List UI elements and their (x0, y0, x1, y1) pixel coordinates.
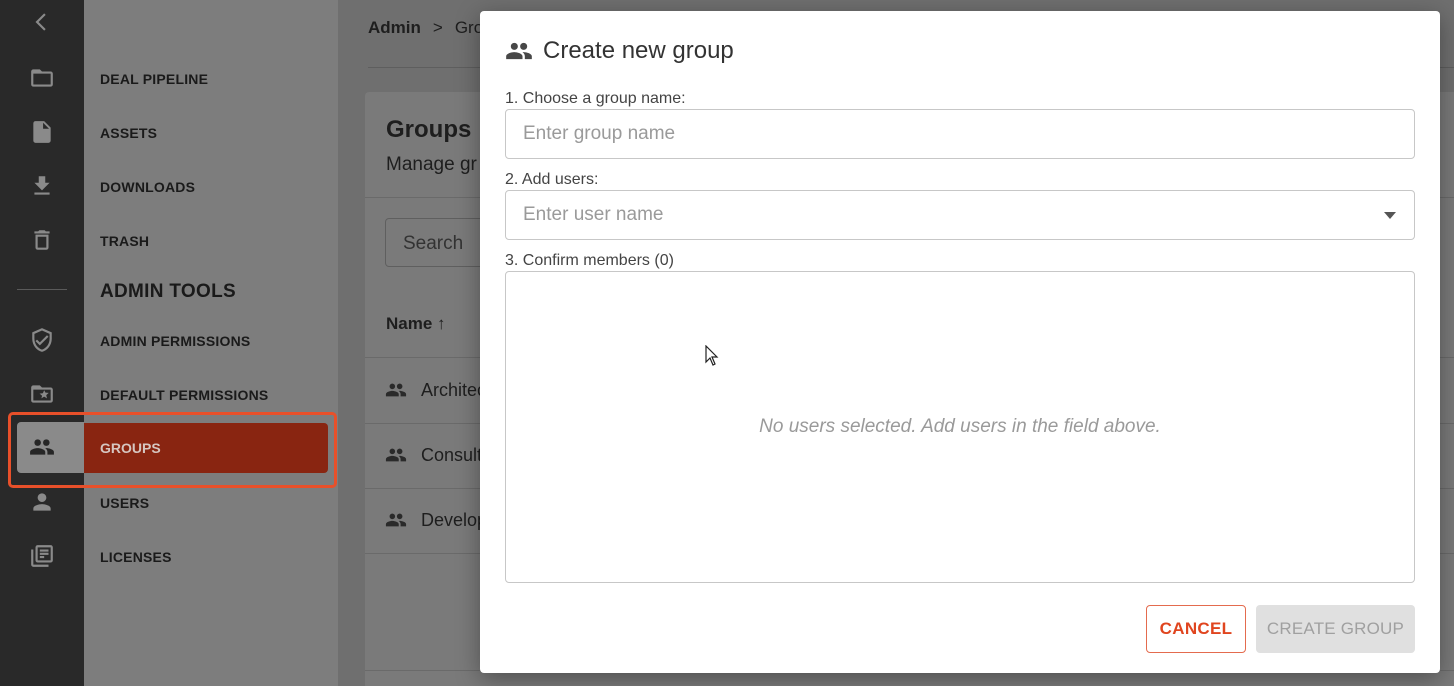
dialog-title: Create new group (505, 37, 734, 65)
rail-divider (17, 289, 67, 290)
group-name-input[interactable] (506, 110, 1414, 158)
group-name-field[interactable] (505, 109, 1415, 159)
nav-item-default-permissions[interactable]: DEFAULT PERMISSIONS (100, 387, 268, 403)
users-icon (385, 448, 407, 462)
admin-tools-heading: ADMIN TOOLS (100, 281, 236, 302)
nav-panel: DEAL PIPELINE ASSETS DOWNLOADS TRASH ADM… (84, 0, 338, 686)
icon-rail (0, 0, 84, 686)
members-list: No users selected. Add users in the fiel… (505, 271, 1415, 583)
group-name-label: 1. Choose a group name: (505, 90, 686, 107)
nav-item-users[interactable]: USERS (100, 495, 149, 511)
folder-star-icon[interactable] (24, 376, 60, 412)
table-row[interactable]: Architec (385, 375, 486, 405)
nav-item-admin-permissions[interactable]: ADMIN PERMISSIONS (100, 333, 250, 349)
create-group-dialog: Create new group 1. Choose a group name:… (480, 11, 1440, 673)
breadcrumb-root[interactable]: Admin (368, 18, 421, 37)
shield-check-icon[interactable] (24, 322, 60, 358)
library-icon[interactable] (24, 538, 60, 574)
user-icon[interactable] (24, 484, 60, 520)
table-row[interactable]: Develop (385, 505, 487, 535)
dialog-title-text: Create new group (543, 37, 734, 64)
table-row[interactable]: Consult (385, 440, 482, 470)
row-name: Consult (421, 444, 483, 465)
breadcrumb-separator: > (432, 18, 443, 37)
users-icon (385, 513, 407, 527)
add-users-label: 2. Add users: (505, 171, 599, 188)
user-name-field[interactable] (505, 190, 1415, 240)
cancel-button[interactable]: CANCEL (1146, 605, 1246, 653)
mouse-cursor-icon (705, 345, 719, 366)
groups-highlight-box (8, 412, 337, 488)
breadcrumb-current: Gro (454, 18, 484, 37)
page-subtitle: Manage gr (386, 154, 477, 175)
row-name: Develop (421, 509, 488, 530)
nav-item-downloads[interactable]: DOWNLOADS (100, 179, 195, 195)
confirm-members-label: 3. Confirm members (0) (505, 252, 674, 269)
empty-members-message: No users selected. Add users in the fiel… (759, 416, 1161, 437)
search-placeholder: Search (403, 233, 464, 254)
breadcrumb: Admin > Gro (368, 18, 483, 38)
users-icon (506, 42, 532, 60)
nav-item-licenses[interactable]: LICENSES (100, 549, 172, 565)
folder-icon[interactable] (24, 60, 60, 96)
dropdown-arrow-icon[interactable] (1384, 212, 1396, 219)
create-group-button[interactable]: CREATE GROUP (1256, 605, 1415, 653)
file-icon[interactable] (24, 114, 60, 150)
nav-item-deal-pipeline[interactable]: DEAL PIPELINE (100, 71, 208, 87)
nav-item-assets[interactable]: ASSETS (100, 125, 157, 141)
download-icon[interactable] (24, 168, 60, 204)
chevron-left-icon[interactable] (24, 4, 60, 40)
nav-item-trash[interactable]: TRASH (100, 233, 149, 249)
user-name-input[interactable] (506, 191, 1414, 239)
column-header-name[interactable]: Name ↑ (386, 314, 446, 334)
row-name: Architec (421, 379, 487, 400)
trash-icon[interactable] (24, 222, 60, 258)
page-title: Groups (386, 116, 472, 143)
users-icon (385, 383, 407, 397)
